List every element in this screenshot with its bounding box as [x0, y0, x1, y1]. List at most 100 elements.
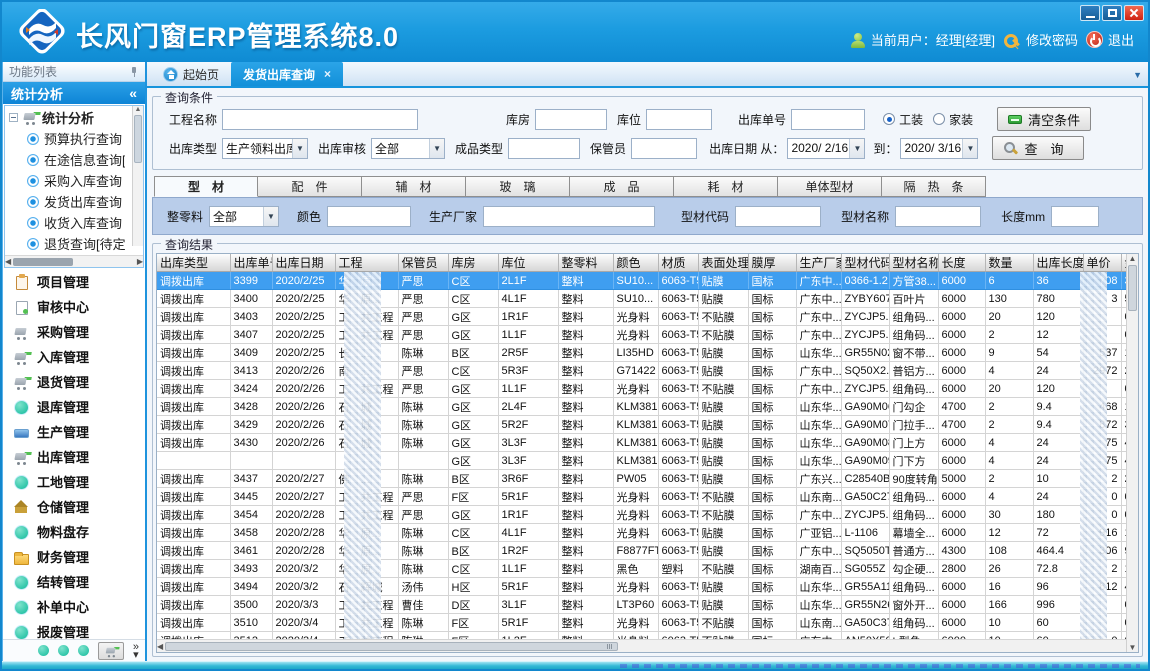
grid-column-header[interactable]: 表面处理	[698, 254, 748, 272]
table-row[interactable]: 调拨出库34942020/3/2石 辉城汤伟H区5R1F整料光身料6063-T5…	[157, 578, 1126, 596]
table-row[interactable]: 调拨出库34032020/2/25工 共工程严思G区1R1F整料光身料6063-…	[157, 308, 1126, 326]
tree-item[interactable]: 预算执行查询	[5, 128, 125, 149]
sidebar-item-工地管理[interactable]: 工地管理	[3, 469, 145, 494]
date-to-picker[interactable]: 2020/ 3/16▼	[900, 138, 978, 159]
grid-column-header[interactable]: 型材代码	[841, 254, 889, 272]
more-options-button[interactable]: »▾	[133, 643, 139, 659]
grid-vertical-scrollbar[interactable]: ▲▼	[1126, 254, 1138, 652]
grid-column-header[interactable]: 生产厂家	[796, 254, 841, 272]
sidebar-item-生产管理[interactable]: 生产管理	[3, 419, 145, 444]
dot-icon[interactable]	[78, 645, 89, 656]
tree-item[interactable]: 收货入库查询	[5, 212, 125, 233]
table-row[interactable]: G区3L3F整料KLM38176063-T5贴膜国标山东华...GA90M09.…	[157, 452, 1126, 470]
grid-column-header[interactable]: 型材名称	[889, 254, 938, 272]
grid-column-header[interactable]: 金	[1121, 254, 1126, 272]
table-row[interactable]: 调拨出库34302020/2/26石 城陈琳G区3L3F整料KLM3817606…	[157, 434, 1126, 452]
order-no-input[interactable]	[791, 109, 865, 130]
sidebar-item-入库管理[interactable]: 入库管理	[3, 344, 145, 369]
material-tab-成品[interactable]: 成 品	[570, 176, 674, 197]
grid-horizontal-scrollbar[interactable]: ◀▶	[157, 639, 1126, 652]
tab-list-dropdown-icon[interactable]: ▼	[1133, 70, 1142, 80]
sidebar-item-出库管理[interactable]: 出库管理	[3, 444, 145, 469]
sidebar-item-物料盘存[interactable]: 物料盘存	[3, 519, 145, 544]
grid-column-header[interactable]: 出库单号	[230, 254, 272, 272]
tab-close-icon[interactable]: ×	[324, 67, 331, 81]
grid-column-header[interactable]: 库房	[448, 254, 498, 272]
table-row[interactable]: 调拨出库34452020/2/27工 共工程严思F区5R1F整料光身料6063-…	[157, 488, 1126, 506]
close-button[interactable]	[1124, 5, 1144, 21]
grid-column-header[interactable]: 出库日期	[272, 254, 335, 272]
whole-part-combo[interactable]: 全部▼	[209, 206, 279, 227]
collapse-icon[interactable]: «	[129, 85, 137, 101]
product-type-input[interactable]	[508, 138, 580, 159]
sidebar-item-财务管理[interactable]: 财务管理	[3, 544, 145, 569]
sidebar-item-仓储管理[interactable]: 仓储管理	[3, 494, 145, 519]
grid-column-header[interactable]: 保管员	[398, 254, 448, 272]
date-from-picker[interactable]: 2020/ 2/16▼	[787, 138, 865, 159]
manufacturer-input[interactable]	[483, 206, 655, 227]
sidebar-section-header[interactable]: 统计分析 «	[3, 82, 145, 104]
dot-icon[interactable]	[38, 645, 49, 656]
scrollbar-thumb[interactable]	[1128, 265, 1137, 311]
location-input[interactable]	[646, 109, 712, 130]
table-row[interactable]: 调拨出库35002020/3/3工 共工程曹佳D区3L1F整料LT3P60606…	[157, 596, 1126, 614]
material-tab-配件[interactable]: 配 件	[258, 176, 362, 197]
table-row[interactable]: 调拨出库34292020/2/26石 城陈琳G区5R2F整料KLM3817606…	[157, 416, 1126, 434]
profile-code-input[interactable]	[735, 206, 821, 227]
outbound-type-combo[interactable]: 生产领料出库▼	[222, 138, 308, 159]
tree-expander-icon[interactable]	[9, 113, 18, 122]
tree-root-node[interactable]: 统计分析	[5, 106, 143, 128]
sidebar-item-审核中心[interactable]: 审核中心	[3, 294, 145, 319]
sidebar-item-结转管理[interactable]: 结转管理	[3, 569, 145, 594]
grid-column-header[interactable]: 材质	[658, 254, 698, 272]
table-row[interactable]: 调拨出库34932020/3/2华 原...陈琳C区1L1F整料黑色塑料不贴膜国…	[157, 560, 1126, 578]
clear-conditions-button[interactable]: 清空条件	[997, 107, 1091, 131]
tree-item[interactable]: 发货出库查询	[5, 191, 125, 212]
change-password-button[interactable]: 修改密码	[1003, 30, 1078, 49]
radio-jiazhuang[interactable]: 家装	[933, 111, 973, 128]
sidebar-item-采购管理[interactable]: 采购管理	[3, 319, 145, 344]
table-row[interactable]: 调拨出库34072020/2/25工 共工程严思G区1L1F整料光身料6063-…	[157, 326, 1126, 344]
keeper-input[interactable]	[631, 138, 697, 159]
material-tab-辅材[interactable]: 辅 材	[362, 176, 466, 197]
cart-shortcut-button[interactable]	[98, 642, 124, 660]
tree-item[interactable]: 在途信息查询[待定]	[5, 149, 125, 170]
tree-item[interactable]: 退货查询[待定]	[5, 233, 125, 254]
table-row[interactable]: 调拨出库35102020/3/4工 共工程陈琳F区5R1F整料光身料6063-T…	[157, 614, 1126, 632]
tree-vertical-scrollbar[interactable]: ▲	[132, 106, 143, 246]
length-input[interactable]	[1051, 206, 1099, 227]
table-row[interactable]: 调拨出库34612020/2/28华 原...陈琳B区1R2F整料F8877FT…	[157, 542, 1126, 560]
grid-column-header[interactable]: 工程	[335, 254, 398, 272]
project-name-input[interactable]	[222, 109, 418, 130]
table-row[interactable]: 调拨出库34582020/2/28华 原...陈琳C区4L1F整料光身料6063…	[157, 524, 1126, 542]
tree-item[interactable]: 采购入库查询	[5, 170, 125, 191]
grid-column-header[interactable]: 膜厚	[748, 254, 796, 272]
sidebar-item-退货管理[interactable]: 退货管理	[3, 369, 145, 394]
grid-column-header[interactable]: 数量	[985, 254, 1033, 272]
grid-column-header[interactable]: 出库长度	[1033, 254, 1083, 272]
color-input[interactable]	[327, 206, 411, 227]
logout-button[interactable]: 退出	[1086, 30, 1134, 49]
sidebar-item-项目管理[interactable]: 项目管理	[3, 269, 145, 294]
sidebar-item-报废管理[interactable]: 报废管理	[3, 619, 145, 639]
table-row[interactable]: 调拨出库34542020/2/28工 共工程严思G区1R1F整料光身料6063-…	[157, 506, 1126, 524]
scrollbar-thumb[interactable]	[165, 642, 618, 651]
dot-icon[interactable]	[58, 645, 69, 656]
material-tab-玻璃[interactable]: 玻 璃	[466, 176, 570, 197]
sidebar-item-补单中心[interactable]: 补单中心	[3, 594, 145, 619]
tab-shipping-outbound-query[interactable]: 发货出库查询 ×	[231, 62, 343, 86]
grid-column-header[interactable]: 库位	[498, 254, 558, 272]
maximize-button[interactable]	[1102, 5, 1122, 21]
table-row[interactable]: 调拨出库34002020/2/25华 原...严思C区4L1F整料SU10...…	[157, 290, 1126, 308]
table-row[interactable]: 调拨出库34092020/2/25长 ...陈琳B区2R5F整料LI35HD60…	[157, 344, 1126, 362]
sidebar-item-退库管理[interactable]: 退库管理	[3, 394, 145, 419]
material-tab-单体型材[interactable]: 单体型材	[778, 176, 882, 197]
table-row[interactable]: 调拨出库34132020/2/26南 ...严思C区5R3F整料G7142260…	[157, 362, 1126, 380]
grid-column-header[interactable]: 整零料	[558, 254, 613, 272]
grid-column-header[interactable]: 长度	[938, 254, 985, 272]
grid-column-header[interactable]: 出库类型	[157, 254, 230, 272]
pin-icon[interactable]	[129, 66, 139, 78]
warehouse-input[interactable]	[535, 109, 607, 130]
radio-gongzhuang[interactable]: 工装	[883, 111, 923, 128]
tree-horizontal-scrollbar[interactable]: ◀▶	[5, 255, 143, 267]
